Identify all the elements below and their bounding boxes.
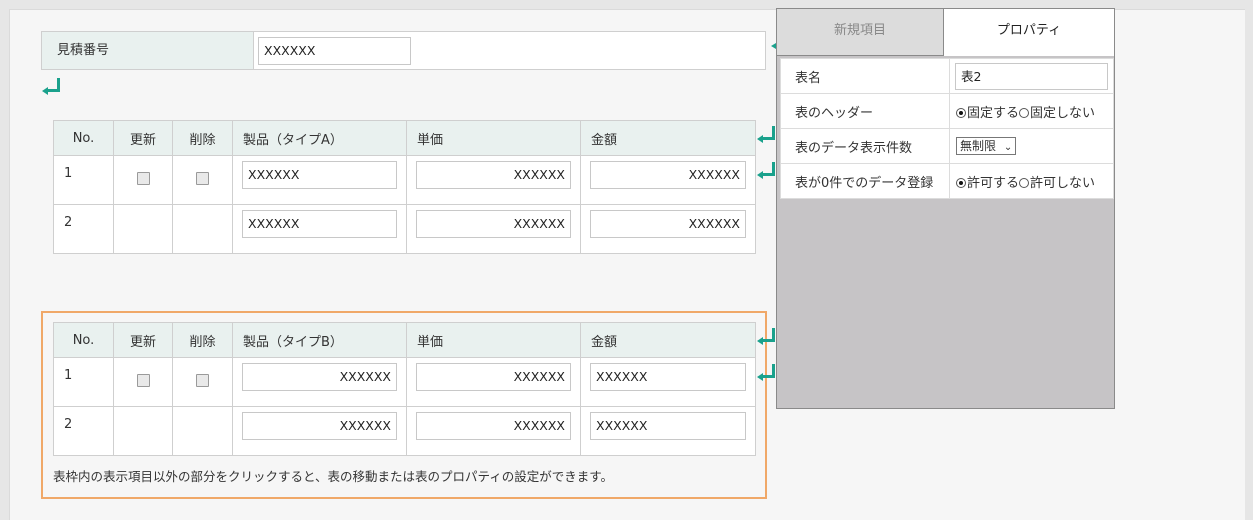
product-input[interactable]: XXXXXX xyxy=(242,161,397,189)
column-header-update: 更新 xyxy=(113,120,173,156)
amount-input[interactable]: XXXXXX xyxy=(590,210,746,238)
header-unfixed-radio[interactable] xyxy=(1019,107,1030,118)
return-arrow-icon xyxy=(757,126,775,143)
amount-input[interactable]: XXXXXX xyxy=(590,363,746,391)
column-header-no: No. xyxy=(53,120,114,156)
table-b[interactable]: No. 更新 削除 製品（タイプB） 単価 金額 1 XXXXXX XXXXXX… xyxy=(53,322,756,456)
prop-row-display-count: 表のデータ表示件数 無制限 ⌄ xyxy=(780,128,1114,164)
prop-row-zero-records: 表が0件でのデータ登録 許可する 許可しない xyxy=(780,163,1114,199)
header-unfixed-label: 固定しない xyxy=(1030,105,1096,121)
tab-properties[interactable]: プロパティ xyxy=(944,9,1114,56)
zero-allow-radio[interactable] xyxy=(956,177,966,188)
header-fixed-label: 固定する xyxy=(967,105,1020,121)
table-row: 1 XXXXXX XXXXXX XXXXXX xyxy=(53,155,756,205)
table-a-header-row: No. 更新 削除 製品（タイプA） 単価 金額 xyxy=(53,120,756,156)
product-input[interactable]: XXXXXX xyxy=(242,363,397,391)
table-row: 2 XXXXXX XXXXXX XXXXXX xyxy=(53,406,756,456)
price-input[interactable]: XXXXXX xyxy=(416,363,571,391)
zero-deny-label: 許可しない xyxy=(1030,175,1096,191)
prop-row-header: 表のヘッダー 固定する 固定しない xyxy=(780,93,1114,129)
table-b-header-row: No. 更新 削除 製品（タイプB） 単価 金額 xyxy=(53,322,756,358)
column-header-amount: 金額 xyxy=(580,322,756,358)
table-name-input[interactable]: 表2 xyxy=(955,63,1108,90)
amount-input[interactable]: XXXXXX xyxy=(590,161,746,189)
column-header-delete: 削除 xyxy=(172,322,233,358)
zero-deny-radio[interactable] xyxy=(1019,177,1030,188)
prop-row-table-name: 表名 表2 xyxy=(780,58,1114,94)
amount-input[interactable]: XXXXXX xyxy=(590,412,746,440)
update-checkbox[interactable] xyxy=(136,373,150,387)
product-input[interactable]: XXXXXX xyxy=(242,210,397,238)
header-fixed-radio[interactable] xyxy=(956,107,966,118)
tab-new-item[interactable]: 新規項目 xyxy=(777,9,944,56)
column-header-update: 更新 xyxy=(113,322,173,358)
display-count-select[interactable]: 無制限 ⌄ xyxy=(956,137,1017,155)
column-header-price: 単価 xyxy=(406,120,581,156)
return-arrow-icon xyxy=(42,78,60,95)
property-panel: 新規項目 プロパティ 表名 表2 表のヘッダー 固定する 固定しない 表のデータ表… xyxy=(776,8,1115,409)
product-input[interactable]: XXXXXX xyxy=(242,412,397,440)
display-count-value: 無制限 xyxy=(960,139,997,153)
return-arrow-icon xyxy=(757,364,775,381)
column-header-no: No. xyxy=(53,322,114,358)
prop-label-table-name: 表名 xyxy=(780,58,950,94)
prop-label-header: 表のヘッダー xyxy=(780,93,950,129)
table-a[interactable]: No. 更新 削除 製品（タイプA） 単価 金額 1 XXXXXX XXXXXX… xyxy=(53,120,756,254)
estimate-label: 見積番号 xyxy=(57,43,110,58)
estimate-label-cell: 見積番号 xyxy=(42,32,254,69)
table-row: 1 XXXXXX XXXXXX XXXXXX xyxy=(53,357,756,407)
table-hint-text: 表枠内の表示項目以外の部分をクリックすると、表の移動または表のプロパティの設定が… xyxy=(53,469,614,484)
delete-checkbox[interactable] xyxy=(196,373,209,387)
row-number: 2 xyxy=(53,204,114,254)
prop-label-zero-records: 表が0件でのデータ登録 xyxy=(780,163,950,199)
row-number: 1 xyxy=(53,357,114,407)
table-row: 2 XXXXXX XXXXXX XXXXXX xyxy=(53,204,756,254)
chevron-down-icon: ⌄ xyxy=(1003,142,1013,153)
prop-label-display-count: 表のデータ表示件数 xyxy=(780,128,950,164)
column-header-delete: 削除 xyxy=(172,120,233,156)
zero-allow-label: 許可する xyxy=(967,175,1020,191)
row-number: 1 xyxy=(53,155,114,205)
update-checkbox[interactable] xyxy=(136,171,150,185)
price-input[interactable]: XXXXXX xyxy=(416,412,571,440)
column-header-price: 単価 xyxy=(406,322,581,358)
column-header-product: 製品（タイプA） xyxy=(232,120,407,156)
property-grid: 表名 表2 表のヘッダー 固定する 固定しない 表のデータ表示件数 無制限 ⌄ 表… xyxy=(780,58,1114,199)
price-input[interactable]: XXXXXX xyxy=(416,161,571,189)
estimate-row: 見積番号 XXXXXX xyxy=(41,31,766,70)
return-arrow-icon xyxy=(757,162,775,179)
row-number: 2 xyxy=(53,406,114,456)
price-input[interactable]: XXXXXX xyxy=(416,210,571,238)
delete-checkbox[interactable] xyxy=(196,171,209,185)
estimate-number-input[interactable]: XXXXXX xyxy=(258,37,411,65)
column-header-product: 製品（タイプB） xyxy=(232,322,407,358)
return-arrow-icon xyxy=(757,328,775,345)
column-header-amount: 金額 xyxy=(580,120,756,156)
